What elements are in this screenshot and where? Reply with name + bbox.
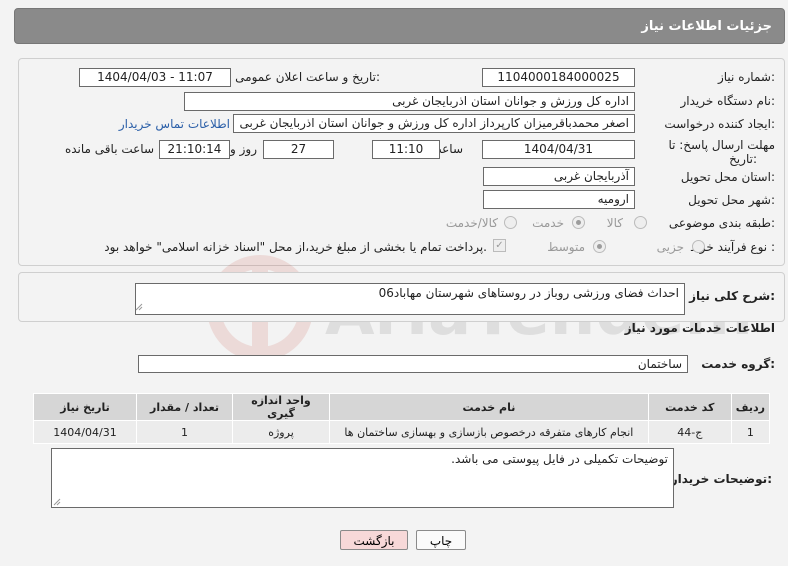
services-table-header-row: ردیف کد خدمت نام خدمت واحد اندازه گیری ت… [33, 393, 771, 421]
services-section-title: اطلاعات خدمات مورد نیاز [624, 321, 775, 335]
buyer-notes-label: توضیحات خریدار: [670, 472, 772, 486]
category-radio-goods-service[interactable] [504, 216, 517, 229]
announce-datetime-field: 1404/04/03 - 11:07 [79, 68, 231, 87]
need-number-label: شماره نیاز: [717, 70, 775, 84]
need-info-panel [18, 58, 785, 266]
remaining-time-field: 21:10:14 [159, 140, 230, 159]
col-header-unit: واحد اندازه گیری [232, 393, 330, 421]
service-group-field: ساختمان [138, 355, 688, 373]
province-label: استان محل تحویل: [680, 170, 775, 184]
page-header: جزئیات اطلاعات نیاز [14, 8, 785, 44]
cell-unit: پروژه [232, 420, 330, 444]
summary-field: احداث فضای ورزشی روباز در روستاهای شهرست… [135, 283, 685, 315]
remaining-days-label: روز و [230, 142, 257, 156]
remaining-time-label: ساعت باقی مانده [64, 142, 154, 156]
province-field: آذربایجان غربی [483, 167, 635, 186]
remaining-days-field: 27 [263, 140, 334, 159]
cell-row-number: 1 [730, 420, 771, 444]
requester-field: اصغر محمدباقرمیزان کارپرداز اداره کل ورز… [233, 114, 635, 133]
page-title: جزئیات اطلاعات نیاز [641, 19, 772, 34]
need-number-field: 1104000184000025 [482, 68, 635, 87]
deadline-date-field: 1404/04/31 [482, 140, 635, 159]
cell-quantity: 1 [136, 420, 233, 444]
summary-label: شرح کلی نیاز: [689, 289, 775, 303]
requester-label: ایجاد کننده درخواست: [664, 117, 775, 131]
category-option-service: خدمت [532, 216, 564, 230]
col-header-service-code: کد خدمت [647, 393, 732, 421]
buyer-notes-field: توضیحات تکمیلی در فایل پیوستی می باشد. [51, 448, 674, 508]
back-button[interactable]: بازگشت [340, 530, 408, 550]
col-header-quantity: تعداد / مقدار [136, 393, 233, 421]
deadline-label-date: تاریخ: [729, 152, 757, 166]
deadline-label: مهلت ارسال پاسخ: تا [668, 138, 775, 152]
resize-handle-icon[interactable] [135, 303, 143, 311]
col-header-row-number: ردیف [730, 393, 771, 421]
services-table: ردیف کد خدمت نام خدمت واحد اندازه گیری ت… [33, 393, 771, 444]
cell-service-code: ج-44 [647, 420, 732, 444]
buyer-contact-link[interactable]: اطلاعات تماس خریدار [119, 117, 230, 131]
city-label: شهر محل تحویل: [688, 193, 775, 207]
category-label: طبقه بندی موضوعی: [668, 216, 775, 230]
resize-handle-icon[interactable] [53, 498, 61, 506]
category-radio-service[interactable] [572, 216, 585, 229]
city-field: ارومیه [483, 190, 635, 209]
print-button[interactable]: چاپ [416, 530, 466, 550]
cell-need-date: 1404/04/31 [33, 420, 137, 444]
deadline-time-field: 11:10 [372, 140, 440, 159]
cell-service-name: انجام کارهای متفرقه درخصوص بازسازی و بهس… [329, 420, 649, 444]
category-option-goods: کالا [606, 216, 623, 230]
category-option-goods-service: کالا/خدمت [445, 216, 498, 230]
category-radio-goods[interactable] [634, 216, 647, 229]
service-group-label: گروه خدمت: [701, 357, 775, 371]
buyer-org-field: اداره کل ورزش و جوانان استان اذربایجان غ… [184, 92, 635, 111]
buyer-org-label: نام دستگاه خریدار: [680, 94, 776, 108]
col-header-service-name: نام خدمت [329, 393, 649, 421]
announce-datetime-label: تاریخ و ساعت اعلان عمومی: [235, 70, 380, 84]
col-header-need-date: تاریخ نیاز [33, 393, 137, 421]
table-row: 1 ج-44 انجام کارهای متفرقه درخصوص بازساز… [33, 420, 771, 444]
